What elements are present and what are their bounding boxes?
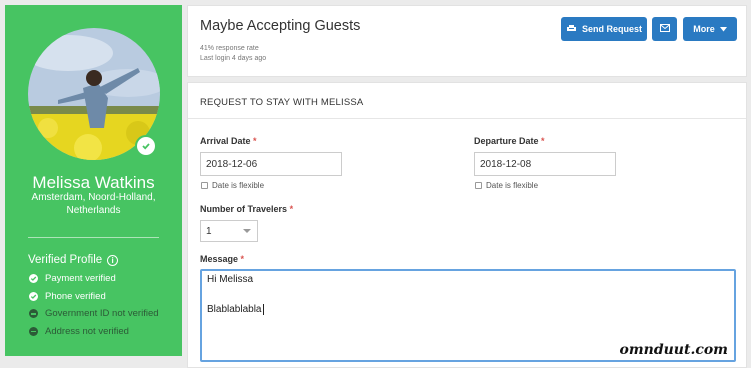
- text-cursor: [262, 304, 264, 315]
- request-form-card: REQUEST TO STAY WITH MELISSA Arrival Dat…: [187, 82, 747, 368]
- verification-label: Payment verified: [45, 273, 116, 285]
- departure-flexible-checkbox[interactable]: Date is flexible: [475, 181, 538, 190]
- checkbox-box[interactable]: [475, 182, 482, 189]
- minus-circle-icon: [29, 326, 38, 336]
- more-button[interactable]: More: [683, 17, 737, 41]
- send-request-label: Send Request: [581, 24, 642, 34]
- response-rate: 41% response rate: [200, 45, 259, 52]
- message-button[interactable]: [652, 17, 677, 41]
- page-title: Maybe Accepting Guests: [200, 18, 361, 34]
- profile-name: Melissa Watkins: [32, 173, 155, 192]
- verification-phone: Phone verified: [29, 288, 159, 306]
- host-meta: 41% response rate Last login 4 days ago: [200, 44, 266, 64]
- verified-profile-label: Verified Profile: [28, 254, 103, 266]
- verification-government-id: Government ID not verified: [29, 305, 159, 323]
- check-circle-icon: [29, 274, 38, 284]
- divider: [28, 237, 159, 238]
- departure-date-label: Departure Date *: [474, 136, 545, 146]
- couch-icon: [566, 24, 577, 34]
- envelope-icon: [659, 24, 670, 34]
- chevron-down-icon: [243, 229, 251, 233]
- travelers-value: 1: [206, 225, 212, 237]
- divider: [188, 118, 746, 119]
- more-label: More: [693, 24, 715, 34]
- departure-date-field[interactable]: 2018-12-08: [474, 152, 616, 176]
- last-login: Last login 4 days ago: [200, 55, 267, 62]
- info-icon[interactable]: i: [107, 254, 119, 266]
- request-title: REQUEST TO STAY WITH MELISSA: [200, 97, 364, 108]
- verified-profile-heading: Verified Profile i: [28, 254, 119, 266]
- message-line: Hi Melissa: [207, 274, 254, 285]
- arrival-flexible-checkbox[interactable]: Date is flexible: [201, 181, 264, 190]
- message-textarea[interactable]: Hi Melissa Blablablabla omnduut.com: [200, 269, 736, 362]
- verification-address: Address not verified: [29, 323, 159, 341]
- host-status-card: Maybe Accepting Guests 41% response rate…: [187, 5, 747, 77]
- travelers-select[interactable]: 1: [200, 220, 258, 242]
- profile-sidebar: Melissa Watkins Amsterdam, Noord-Holland…: [5, 5, 182, 356]
- verification-payment: Payment verified: [29, 270, 159, 288]
- verification-list: Payment verified Phone verified Governme…: [29, 270, 159, 340]
- check-circle-icon: [29, 291, 38, 301]
- verification-label: Address not verified: [45, 325, 129, 337]
- travelers-label: Number of Travelers *: [200, 204, 294, 214]
- flexible-label: Date is flexible: [212, 181, 265, 190]
- caret-down-icon: [719, 24, 727, 34]
- message-line: Blablablabla: [207, 304, 262, 316]
- send-request-button[interactable]: Send Request: [561, 17, 647, 41]
- arrival-date-label: Arrival Date *: [200, 136, 257, 146]
- verification-label: Government ID not verified: [45, 308, 159, 320]
- checkbox-box[interactable]: [201, 182, 208, 189]
- profile-location: Amsterdam, Noord-Holland, Netherlands: [31, 192, 156, 216]
- flexible-label: Date is flexible: [486, 181, 539, 190]
- message-label: Message *: [200, 254, 245, 264]
- arrival-date-field[interactable]: 2018-12-06: [200, 152, 342, 176]
- minus-circle-icon: [29, 309, 38, 319]
- watermark: omnduut.com: [619, 342, 729, 358]
- verification-label: Phone verified: [45, 290, 106, 302]
- verified-check-icon: [135, 135, 157, 157]
